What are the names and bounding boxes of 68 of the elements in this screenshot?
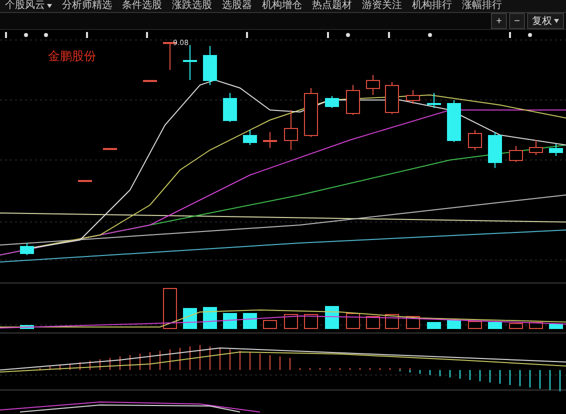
- candlestick: [284, 110, 298, 150]
- event-dot-icon: [44, 33, 48, 37]
- event-marker-icon: [86, 32, 88, 38]
- volume-bar: [163, 288, 177, 329]
- candlestick: [447, 100, 461, 142]
- event-marker-icon: [146, 32, 148, 38]
- volume-bar: [263, 320, 277, 329]
- volume-bar: [243, 313, 257, 329]
- event-marker-icon: [5, 32, 7, 38]
- menu-tab[interactable]: 个股风云: [0, 0, 57, 12]
- volume-bar: [325, 306, 339, 329]
- caret-icon: [554, 19, 559, 23]
- caret-icon: [47, 4, 52, 8]
- menu-tab[interactable]: 机构增仓: [257, 0, 307, 12]
- volume-bar: [468, 321, 482, 329]
- volume-bar: [509, 323, 523, 329]
- stock-name: 金鹏股份: [48, 48, 96, 65]
- event-marker-icon: [327, 32, 329, 38]
- menu-tab[interactable]: 涨幅排行: [457, 0, 507, 12]
- event-dot-icon: [24, 33, 28, 37]
- volume-bar: [366, 316, 380, 329]
- menu-tab[interactable]: 机构排行: [407, 0, 457, 12]
- candlestick: [488, 132, 502, 168]
- candlestick: [529, 140, 543, 156]
- volume-bar: [488, 322, 502, 329]
- candlestick: [427, 92, 441, 108]
- zoom-out-button[interactable]: −: [509, 13, 525, 29]
- menu-tab[interactable]: 选股器: [217, 0, 257, 12]
- volume-bar: [20, 325, 34, 329]
- volume-bar: [447, 320, 461, 329]
- adjust-dropdown[interactable]: 复权: [527, 13, 564, 29]
- volume-bar: [284, 314, 298, 329]
- candlestick: [406, 90, 420, 104]
- menu-tab[interactable]: 分析师精选: [57, 0, 117, 12]
- candlestick: [549, 144, 563, 156]
- candlestick: [78, 180, 92, 182]
- candlestick: [183, 44, 197, 80]
- volume-bar: [183, 308, 197, 329]
- volume-bar: [203, 307, 217, 329]
- event-dot-icon: [346, 33, 350, 37]
- candlestick: [20, 242, 34, 256]
- candlestick: [263, 132, 277, 148]
- candlestick: [103, 148, 117, 150]
- menu-tab[interactable]: 条件选股: [117, 0, 167, 12]
- volume-bar: [549, 324, 563, 329]
- candlestick: [203, 46, 217, 86]
- volume-bar: [223, 313, 237, 329]
- event-marker-icon: [509, 32, 511, 38]
- volume-bar: [346, 313, 360, 329]
- zoom-in-button[interactable]: +: [491, 13, 507, 29]
- candlestick: [243, 130, 257, 146]
- candlestick: [223, 92, 237, 122]
- candlestick: [366, 74, 380, 96]
- menu-tab[interactable]: 热点题材: [307, 0, 357, 12]
- event-marker-icon: [388, 32, 390, 38]
- candlestick: [304, 88, 318, 138]
- candlestick: [468, 130, 482, 150]
- candlestick: [509, 146, 523, 162]
- event-marker-icon: [246, 32, 248, 38]
- volume-bar: [427, 322, 441, 329]
- candlestick: [325, 96, 339, 108]
- volume-bar: [304, 314, 318, 329]
- menu-tab[interactable]: 涨跌选股: [167, 0, 217, 12]
- candlestick: [346, 84, 360, 116]
- candlestick: [143, 80, 157, 82]
- event-dot-icon: [428, 33, 432, 37]
- candlestick: [385, 82, 399, 114]
- event-dot-icon: [528, 33, 532, 37]
